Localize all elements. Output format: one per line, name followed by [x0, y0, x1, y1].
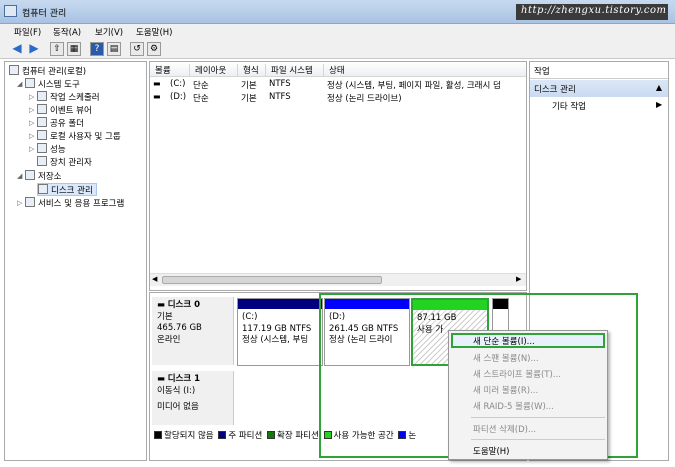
watermark: http://zhengxu.tistory.com: [516, 4, 668, 20]
disk-1-info[interactable]: ▬ 디스크 1 이동식 (I:) 미디어 없음: [152, 371, 234, 425]
back-arrow-icon[interactable]: ◀: [10, 42, 24, 56]
show-hide-tree-icon[interactable]: ▦: [67, 42, 81, 56]
collapse-arrow-icon[interactable]: ◢: [17, 80, 22, 88]
computer-icon: [9, 65, 19, 75]
tree-shared-folders[interactable]: 공유 폴더: [37, 117, 84, 130]
column-type[interactable]: 형식: [238, 64, 266, 77]
storage-icon: [25, 170, 35, 180]
tree-storage[interactable]: 저장소: [25, 170, 61, 183]
partition-c[interactable]: (C:) 117.19 GB NTFS 정상 (시스템, 부팅: [237, 298, 323, 366]
performance-icon: [37, 143, 47, 153]
menu-new-striped-volume[interactable]: 새 스트라이프 볼륨(T)...: [473, 368, 561, 380]
column-volume[interactable]: 볼륨: [150, 64, 190, 77]
computer-management-icon: [4, 5, 17, 17]
tree-device-manager[interactable]: 장치 관리자: [37, 156, 92, 169]
shared-folder-icon: [37, 117, 47, 127]
help-icon[interactable]: ?: [90, 42, 104, 56]
tree-event-viewer[interactable]: 이벤트 뷰어: [37, 104, 92, 117]
horizontal-scrollbar[interactable]: ◀ ▶: [150, 273, 526, 286]
up-folder-icon[interactable]: ⇧: [50, 42, 64, 56]
menu-new-spanned-volume[interactable]: 새 스팬 볼륨(N)...: [473, 352, 539, 364]
disk-0-info[interactable]: ▬ 디스크 0 기본 465.76 GB 온라인: [152, 297, 234, 365]
tree-task-scheduler[interactable]: 작업 스케줄러: [37, 91, 100, 104]
menu-separator: [471, 417, 605, 418]
expand-arrow-icon[interactable]: ▷: [29, 106, 34, 114]
menu-bar: 파일(F) 동작(A) 보기(V) 도움말(H): [0, 24, 675, 40]
expand-arrow-icon[interactable]: ▷: [29, 145, 34, 153]
tree-disk-management[interactable]: 디스크 관리: [37, 183, 97, 196]
refresh-icon[interactable]: ⚙: [147, 42, 161, 56]
tree-services-apps[interactable]: 서비스 및 응용 프로그램: [25, 197, 124, 210]
volume-list-header: 볼륨 레이아웃 형식 파일 시스템 상태: [150, 62, 526, 77]
more-actions[interactable]: 기타 작업: [552, 100, 586, 112]
volume-list: 볼륨 레이아웃 형식 파일 시스템 상태 ▬ (C:) 단순 기본 NTFS 정…: [149, 61, 527, 291]
disk-icon: ▬: [157, 300, 166, 310]
column-layout[interactable]: 레이아웃: [190, 64, 238, 77]
clock-icon: [37, 91, 47, 101]
menu-view[interactable]: 보기(V): [95, 26, 123, 38]
scrollbar-thumb[interactable]: [162, 276, 382, 284]
table-row[interactable]: ▬ (D:) 단순 기본 NTFS 정상 (논리 드라이브): [150, 92, 526, 105]
device-manager-icon: [37, 156, 47, 166]
drive-icon: ▬: [153, 79, 161, 88]
tree-root[interactable]: 컴퓨터 관리(로컬): [9, 65, 86, 78]
title-bar: 컴퓨터 관리 http://zhengxu.tistory.com: [0, 0, 675, 24]
expand-arrow-icon[interactable]: ▷: [17, 199, 22, 207]
column-filesystem[interactable]: 파일 시스템: [266, 64, 324, 77]
menu-help[interactable]: 도움말(H): [136, 26, 172, 38]
tree-local-users[interactable]: 로컬 사용자 및 그룹: [37, 130, 121, 143]
forward-arrow-icon[interactable]: ▶: [27, 42, 41, 56]
submenu-arrow-icon[interactable]: ▶: [656, 100, 662, 109]
drive-icon: ▬: [153, 92, 161, 101]
menu-new-raid5-volume[interactable]: 새 RAID-5 볼륨(W)...: [473, 400, 554, 412]
services-icon: [25, 197, 35, 207]
tree-system-tools[interactable]: 시스템 도구: [25, 78, 80, 91]
context-menu: 새 단순 볼륨(I)... 새 스팬 볼륨(N)... 새 스트라이프 볼륨(T…: [448, 330, 608, 460]
window-title: 컴퓨터 관리: [22, 9, 67, 19]
menu-new-simple-volume[interactable]: 새 단순 볼륨(I)...: [473, 335, 535, 347]
toolbar: ◀ ▶ ⇧ ▦ ? ▤ ↺ ⚙: [0, 40, 675, 59]
scroll-right-icon[interactable]: ▶: [516, 275, 521, 283]
scroll-left-icon[interactable]: ◀: [152, 275, 157, 283]
expand-arrow-icon[interactable]: ▷: [29, 119, 34, 127]
properties-icon[interactable]: ▤: [107, 42, 121, 56]
removable-disk-icon: ▬: [157, 374, 166, 384]
menu-delete-partition[interactable]: 파티션 삭제(D)...: [473, 423, 536, 435]
collapse-up-icon[interactable]: ▲: [656, 83, 662, 92]
tools-icon: [25, 78, 35, 88]
actions-section-disk-management[interactable]: 디스크 관리 ▲: [530, 80, 668, 97]
tree-performance[interactable]: 성능: [37, 143, 66, 156]
navigation-tree: 컴퓨터 관리(로컬) ◢ 시스템 도구 ▷ 작업 스케줄러 ▷ 이벤트 뷰어 ▷…: [4, 61, 147, 461]
column-status[interactable]: 상태: [324, 64, 526, 77]
event-viewer-icon: [37, 104, 47, 114]
menu-separator: [471, 439, 605, 440]
expand-arrow-icon[interactable]: ▷: [29, 132, 34, 140]
partition-d[interactable]: (D:) 261.45 GB NTFS 정상 (논리 드라이: [324, 298, 410, 366]
menu-help-item[interactable]: 도움말(H): [473, 445, 509, 457]
collapse-arrow-icon[interactable]: ◢: [17, 172, 22, 180]
users-icon: [37, 130, 47, 140]
expand-arrow-icon[interactable]: ▷: [29, 93, 34, 101]
table-row[interactable]: ▬ (C:) 단순 기본 NTFS 정상 (시스템, 부팅, 페이지 파일, 활…: [150, 79, 526, 92]
menu-file[interactable]: 파일(F): [14, 26, 41, 38]
menu-action[interactable]: 동작(A): [53, 26, 81, 38]
actions-header: 작업: [530, 62, 668, 79]
export-icon[interactable]: ↺: [130, 42, 144, 56]
disk-icon: [38, 184, 48, 194]
menu-new-mirror-volume[interactable]: 새 미러 볼륨(R)...: [473, 384, 538, 396]
